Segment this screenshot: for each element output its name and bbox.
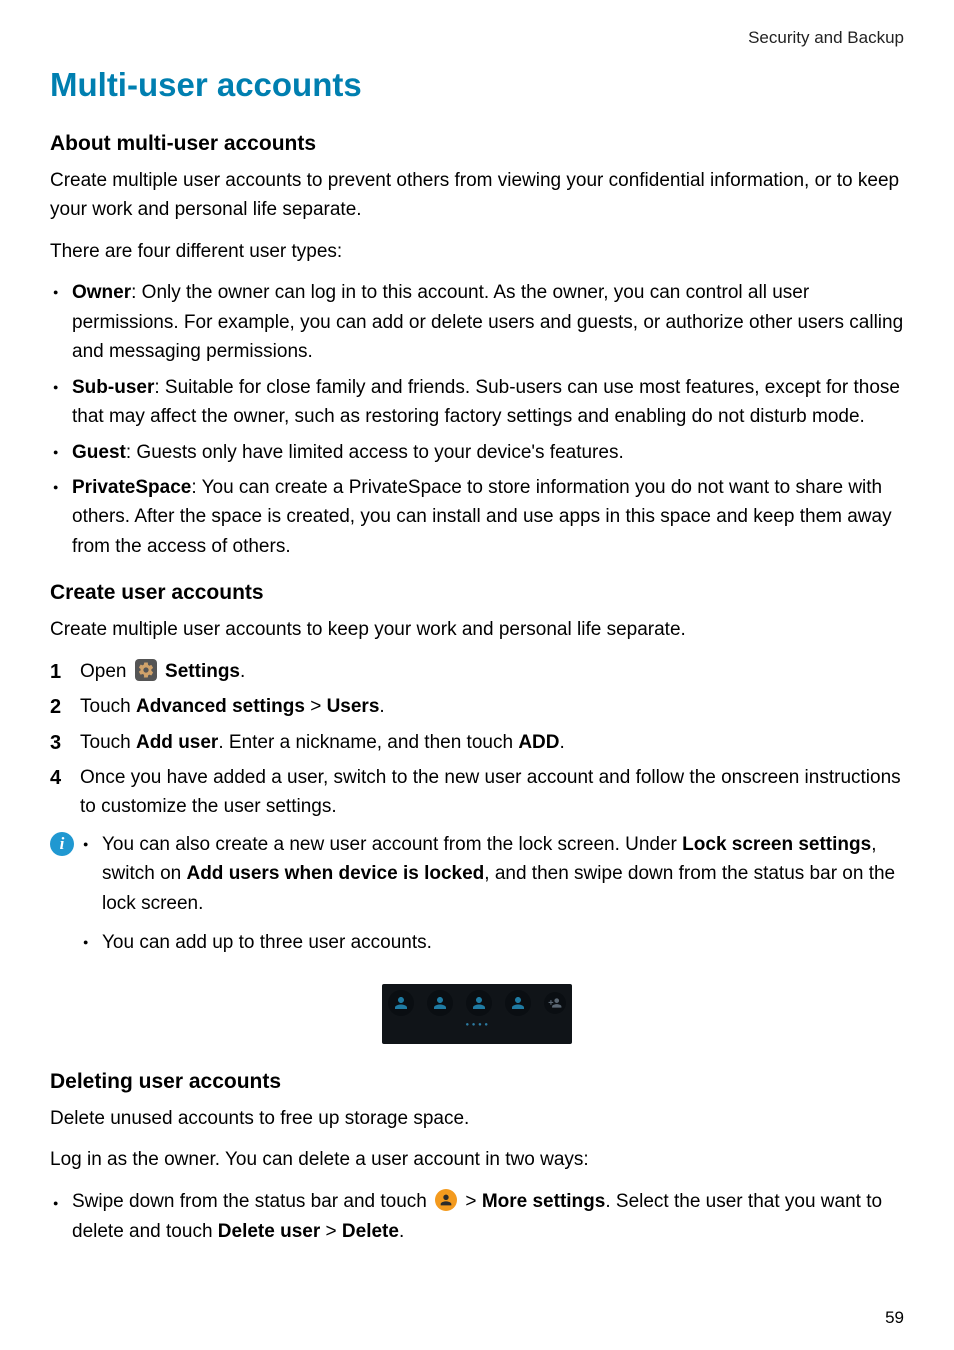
deleting-p1: Delete unused accounts to free up storag…: [50, 1104, 904, 1133]
type-name: Owner: [72, 282, 131, 303]
avatar-icon: [427, 990, 453, 1016]
user-type-owner: Owner: Only the owner can log in to this…: [50, 278, 904, 366]
step-3: Touch Add user. Enter a nickname, and th…: [50, 728, 904, 757]
user-type-privatespace: PrivateSpace: You can create a PrivateSp…: [50, 473, 904, 561]
del1-b: >: [460, 1191, 482, 1212]
avatar-row: [388, 990, 566, 1016]
figure-box: ● ● ● ●: [382, 984, 572, 1044]
user-switcher-figure: ● ● ● ●: [50, 984, 904, 1044]
info-icon: i: [50, 832, 74, 856]
step-1: Open Settings.: [50, 657, 904, 686]
avatar-icon: [505, 990, 531, 1016]
step2-adv: Advanced settings: [136, 696, 305, 717]
section-deleting: Deleting user accounts Delete unused acc…: [50, 1070, 904, 1248]
del1-c: More settings: [482, 1191, 606, 1212]
del1-g: Delete: [342, 1221, 399, 1242]
about-p2: There are four different user types:: [50, 237, 904, 266]
about-heading: About multi-user accounts: [50, 132, 904, 156]
info-tip-1: You can also create a new user account f…: [80, 830, 904, 918]
create-heading: Create user accounts: [50, 581, 904, 605]
figure-dots: ● ● ● ●: [388, 1022, 566, 1028]
section-create: Create user accounts Create multiple use…: [50, 581, 904, 1043]
create-p1: Create multiple user accounts to keep yo…: [50, 615, 904, 644]
user-type-subuser: Sub-user: Suitable for close family and …: [50, 373, 904, 432]
running-header: Security and Backup: [50, 28, 904, 48]
deleting-p2: Log in as the owner. You can delete a us…: [50, 1145, 904, 1174]
step2-users: Users: [327, 696, 380, 717]
user-badge-icon: [435, 1189, 457, 1211]
type-name: Guest: [72, 442, 126, 463]
add-user-icon: [544, 992, 566, 1014]
info-list: You can also create a new user account f…: [80, 830, 904, 968]
step3-touch: Touch: [80, 732, 136, 753]
about-p1: Create multiple user accounts to prevent…: [50, 166, 904, 225]
del1-h: .: [399, 1221, 404, 1242]
info-tip-2: You can add up to three user accounts.: [80, 928, 904, 957]
step2-gt: >: [305, 696, 327, 717]
del1-a: Swipe down from the status bar and touch: [72, 1191, 432, 1212]
step-4: Once you have added a user, switch to th…: [50, 763, 904, 822]
step1-end: .: [240, 661, 245, 682]
user-type-guest: Guest: Guests only have limited access t…: [50, 438, 904, 467]
avatar-icon: [466, 990, 492, 1016]
tip1-d: Add users when device is locked: [186, 863, 484, 884]
page-number: 59: [885, 1308, 904, 1328]
step1-open: Open: [80, 661, 132, 682]
settings-icon: [135, 659, 157, 681]
deleting-heading: Deleting user accounts: [50, 1070, 904, 1094]
type-desc: : Suitable for close family and friends.…: [72, 377, 900, 427]
info-block: i You can also create a new user account…: [50, 830, 904, 968]
tip1-b: Lock screen settings: [682, 834, 871, 855]
del1-f: >: [320, 1221, 342, 1242]
step1-settings: Settings: [160, 661, 240, 682]
step3-mid: . Enter a nickname, and then touch: [218, 732, 518, 753]
type-desc: : You can create a PrivateSpace to store…: [72, 477, 892, 557]
avatar-icon: [388, 990, 414, 1016]
step2-touch: Touch: [80, 696, 136, 717]
page: Security and Backup Multi-user accounts …: [0, 0, 954, 1350]
page-title: Multi-user accounts: [50, 66, 904, 104]
section-about: About multi-user accounts Create multipl…: [50, 132, 904, 561]
create-steps: Open Settings. Touch Advanced settings >…: [50, 657, 904, 822]
step3-adduser: Add user: [136, 732, 218, 753]
delete-method-1: Swipe down from the status bar and touch…: [50, 1187, 904, 1248]
type-name: PrivateSpace: [72, 477, 191, 498]
type-name: Sub-user: [72, 377, 154, 398]
step-2: Touch Advanced settings > Users.: [50, 692, 904, 721]
step2-end: .: [379, 696, 384, 717]
type-desc: : Guests only have limited access to you…: [126, 442, 624, 463]
step3-add: ADD: [518, 732, 559, 753]
user-types-list: Owner: Only the owner can log in to this…: [50, 278, 904, 561]
tip1-a: You can also create a new user account f…: [102, 834, 682, 855]
del1-e: Delete user: [218, 1221, 320, 1242]
type-desc: : Only the owner can log in to this acco…: [72, 282, 903, 362]
delete-methods-list: Swipe down from the status bar and touch…: [50, 1187, 904, 1248]
step3-end: .: [559, 732, 564, 753]
